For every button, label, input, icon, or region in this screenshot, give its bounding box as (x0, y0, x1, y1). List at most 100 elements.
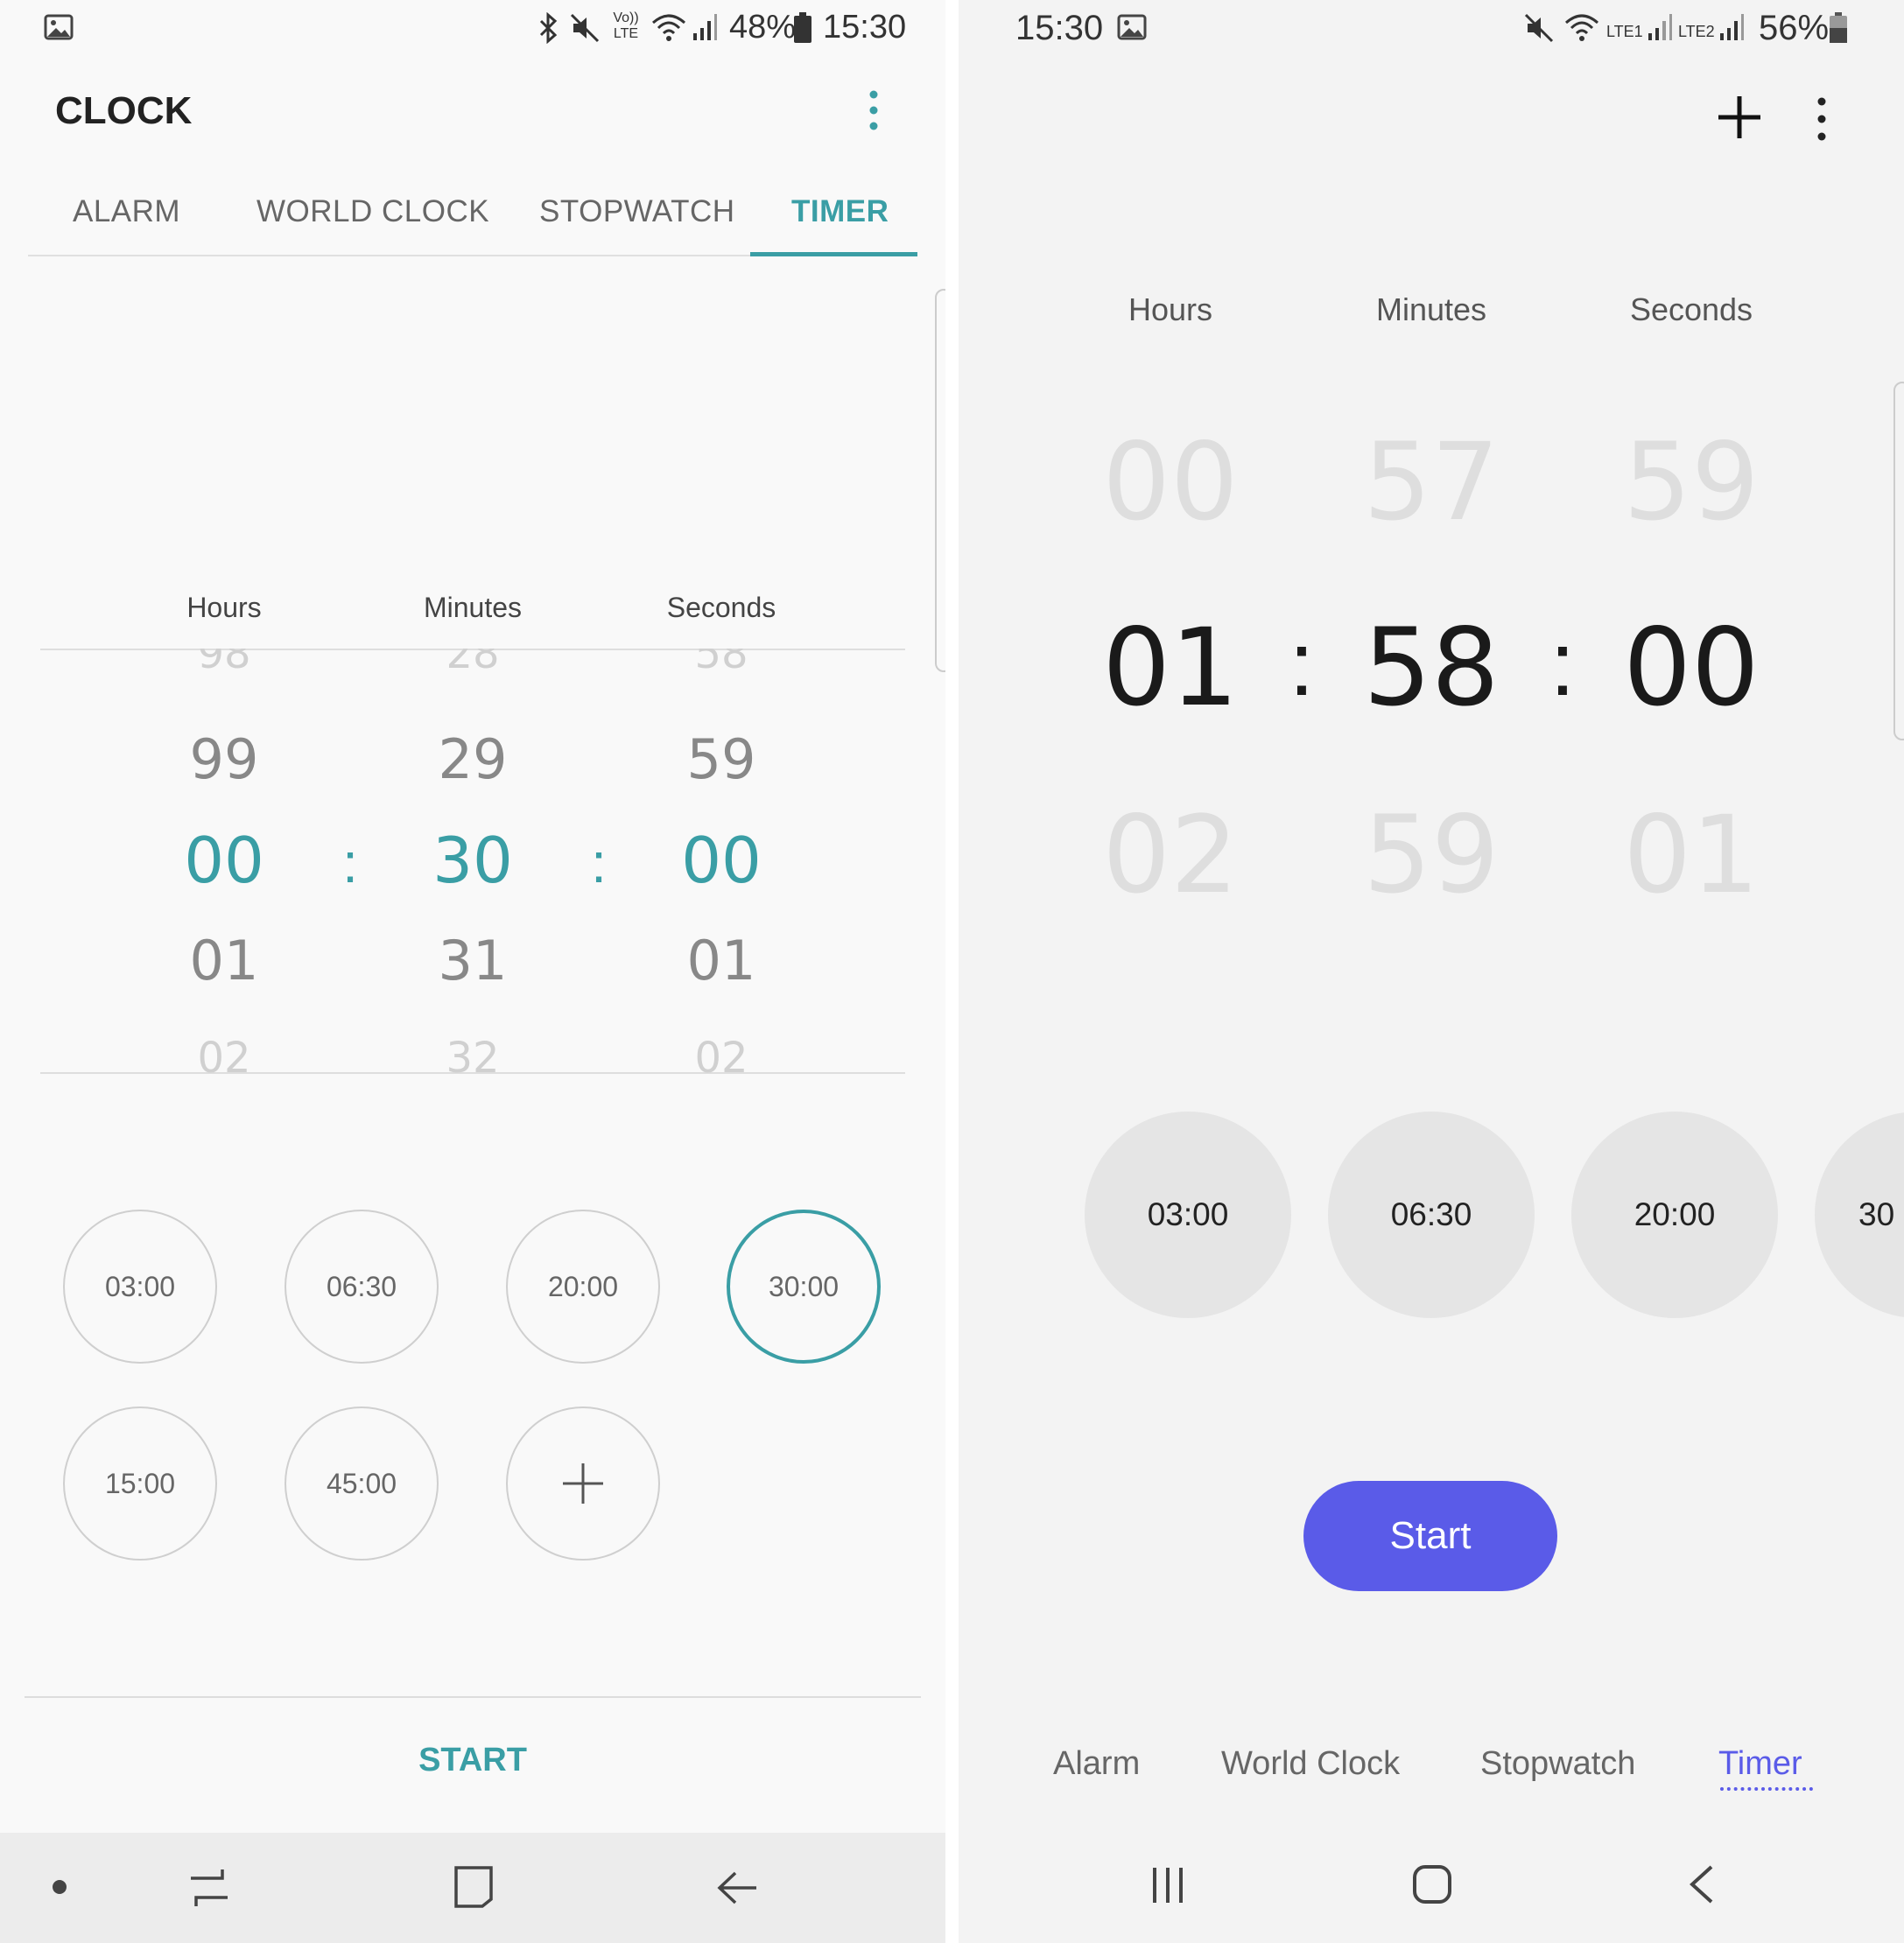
status-time: 15:30 (823, 9, 907, 46)
mute-icon (569, 12, 601, 48)
mute-icon (1523, 12, 1555, 48)
hours-value: 98 (197, 649, 251, 678)
edge-panel-handle[interactable] (935, 289, 945, 672)
tab-stopwatch[interactable]: STOPWATCH (539, 194, 735, 229)
seconds-header: Seconds (666, 592, 776, 623)
seconds-selected-value: 00 (681, 824, 762, 897)
recent-apps-icon[interactable] (187, 1866, 231, 1914)
more-options-icon[interactable] (1813, 96, 1830, 146)
wifi-icon (1564, 12, 1599, 46)
hours-selected-value: 01 (1102, 606, 1239, 730)
tab-indicator (1720, 1787, 1813, 1791)
home-icon[interactable] (452, 1864, 495, 1914)
seconds-value: 58 (694, 649, 748, 678)
tab-world-clock[interactable]: World Clock (1221, 1745, 1400, 1783)
back-icon[interactable] (716, 1866, 760, 1914)
sim1-label: LTE1 (1606, 23, 1643, 40)
hours-value: 99 (189, 727, 259, 791)
hours-value: 02 (197, 1034, 251, 1074)
minutes-value: 31 (438, 929, 508, 993)
battery-icon (1829, 12, 1848, 48)
minutes-value: 59 (1363, 793, 1500, 917)
preset-button-partial[interactable]: 30 (1815, 1112, 1904, 1318)
screen-divider (945, 0, 959, 1943)
preset-button[interactable]: 03:00 (1085, 1112, 1291, 1318)
preset-button[interactable]: 15:00 (63, 1406, 217, 1561)
left-screen: Vo)) LTE 48% 15:30 CLOCK ALARM WORLD CLO… (0, 0, 945, 1943)
volte-indicator: Vo)) LTE (613, 11, 639, 41)
time-picker: 00 01 02 : 57 58 59 : 59 00 01 (959, 411, 1904, 919)
start-button[interactable]: Start (1303, 1481, 1557, 1591)
preset-button[interactable]: 20:00 (1571, 1112, 1778, 1318)
separator: : (1549, 614, 1576, 715)
seconds-value: 01 (686, 929, 756, 993)
separator: : (591, 831, 607, 894)
separator: : (1289, 614, 1315, 715)
sim1-signal-icon (1647, 12, 1673, 46)
wifi-icon (651, 12, 686, 46)
battery-percent: 56% (1759, 9, 1830, 47)
minutes-header: Minutes (423, 592, 523, 623)
preset-button[interactable]: 45:00 (285, 1406, 439, 1561)
bluetooth-icon (537, 11, 560, 48)
hours-header: Hours (186, 592, 262, 623)
preset-button-selected[interactable]: 30:00 (727, 1210, 881, 1364)
hours-value: 01 (189, 929, 259, 993)
recent-apps-icon[interactable] (1149, 1866, 1186, 1909)
minutes-selected-value: 30 (432, 824, 513, 897)
hours-value: 02 (1102, 793, 1239, 917)
time-picker: 98 99 00 01 02 : 28 29 30 31 32 : 58 59 … (40, 649, 905, 1074)
seconds-value: 59 (1623, 420, 1760, 544)
seconds-value: 59 (686, 727, 756, 791)
plus-icon (563, 1463, 603, 1504)
sim2-label: LTE2 (1678, 23, 1715, 40)
nav-dot-icon[interactable] (53, 1880, 67, 1894)
preset-button[interactable]: 20:00 (506, 1210, 660, 1364)
tab-alarm[interactable]: ALARM (73, 194, 180, 229)
preset-button[interactable]: 06:30 (1328, 1112, 1535, 1318)
tab-timer[interactable]: TIMER (791, 194, 889, 229)
tab-stopwatch[interactable]: Stopwatch (1480, 1745, 1635, 1783)
gallery-notification-icon (44, 14, 74, 45)
seconds-header: Seconds (1629, 291, 1753, 327)
seconds-wheel[interactable]: 59 00 01 (1586, 411, 1796, 919)
seconds-wheel[interactable]: 58 59 00 01 02 (634, 649, 809, 1074)
minutes-value: 28 (446, 649, 500, 678)
hours-header: Hours (1128, 291, 1213, 327)
tab-timer[interactable]: Timer (1718, 1745, 1802, 1783)
seconds-selected-value: 00 (1623, 606, 1760, 730)
minutes-value: 32 (446, 1034, 500, 1074)
seconds-value: 02 (694, 1034, 748, 1074)
minutes-wheel[interactable]: 28 29 30 31 32 (385, 649, 560, 1074)
seconds-value: 01 (1623, 793, 1760, 917)
separator: : (342, 831, 358, 894)
right-screen: 15:30 LTE1 LTE2 56% Hours Minutes Second… (959, 0, 1904, 1943)
hours-value: 00 (1102, 420, 1239, 544)
hours-wheel[interactable]: 98 99 00 01 02 (137, 649, 312, 1074)
minutes-wheel[interactable]: 57 58 59 (1326, 411, 1536, 919)
hours-selected-value: 00 (184, 824, 264, 897)
app-title: CLOCK (55, 89, 193, 132)
tab-world-clock[interactable]: WORLD CLOCK (256, 194, 489, 229)
sim2-signal-icon (1718, 12, 1745, 46)
home-icon[interactable] (1412, 1864, 1452, 1909)
signal-icon (692, 12, 718, 46)
minutes-selected-value: 58 (1363, 606, 1500, 730)
battery-percent: 48% (729, 9, 797, 46)
add-preset-button[interactable] (506, 1406, 660, 1561)
gallery-notification-icon (1117, 14, 1147, 45)
preset-button[interactable]: 06:30 (285, 1210, 439, 1364)
back-icon[interactable] (1685, 1864, 1717, 1909)
minutes-header: Minutes (1375, 291, 1487, 327)
start-button[interactable]: START (350, 1742, 595, 1779)
more-options-icon[interactable] (858, 88, 889, 135)
start-divider (25, 1696, 921, 1698)
minutes-value: 29 (438, 727, 508, 791)
navigation-bar (0, 1833, 945, 1943)
hours-wheel[interactable]: 00 01 02 (1065, 411, 1275, 919)
tab-alarm[interactable]: Alarm (1053, 1745, 1140, 1783)
minutes-value: 57 (1363, 420, 1500, 544)
add-icon[interactable] (1717, 95, 1762, 144)
preset-button[interactable]: 03:00 (63, 1210, 217, 1364)
status-time: 15:30 (1015, 9, 1104, 47)
